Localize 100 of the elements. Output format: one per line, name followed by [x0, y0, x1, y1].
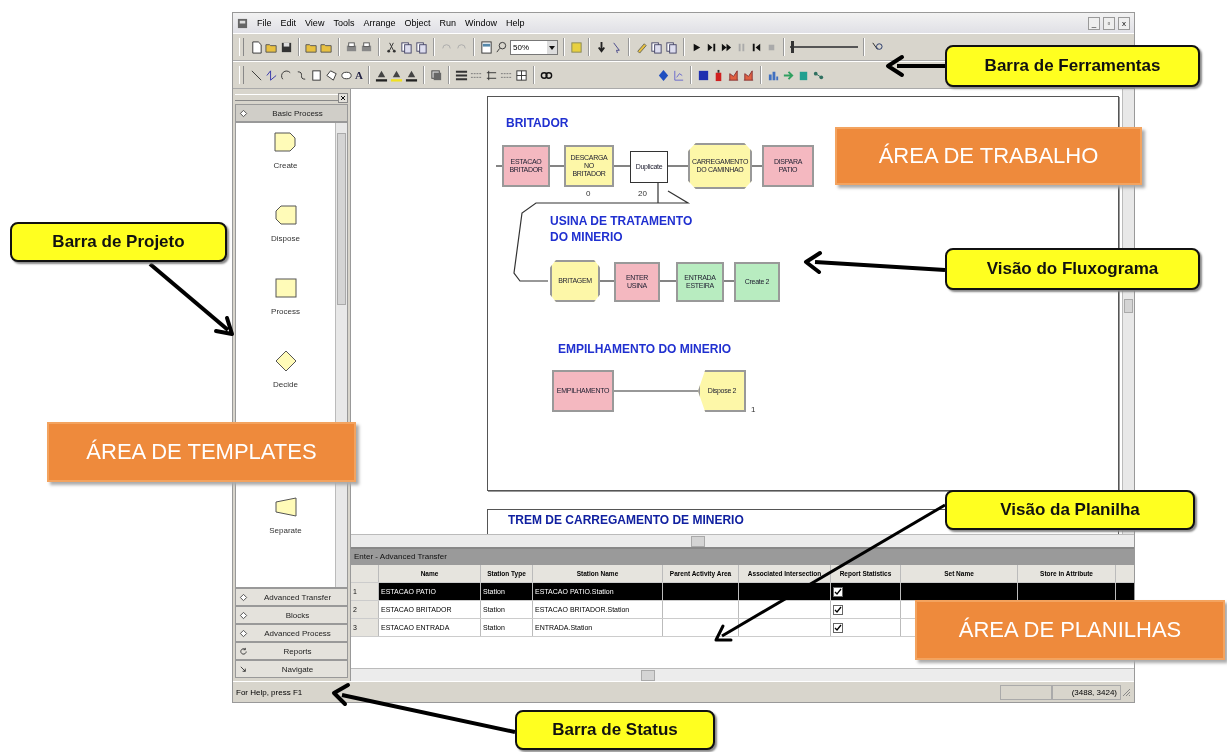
connector-line	[549, 165, 565, 167]
window-control[interactable]: ▫	[1103, 16, 1115, 30]
module-template[interactable]: Process	[271, 277, 300, 316]
panel-grip[interactable]	[235, 94, 338, 101]
new-file-icon[interactable]	[250, 40, 263, 54]
grid-icon[interactable]	[514, 68, 528, 82]
zoom-dropdown[interactable]: 50%	[510, 39, 558, 55]
shadow-icon[interactable]	[429, 68, 443, 82]
chart-icon[interactable]	[741, 68, 755, 82]
text-tool[interactable]: A	[355, 69, 363, 81]
diamond-icon[interactable]	[656, 68, 670, 82]
callout-label: Visão do Fluxograma	[945, 248, 1200, 290]
polyline-icon[interactable]	[265, 68, 278, 82]
callout-label: Barra de Projeto	[10, 222, 227, 262]
search-icon[interactable]	[495, 40, 508, 54]
menu-item[interactable]: Tools	[333, 18, 355, 28]
spreadsheet-title: Enter - Advanced Transfer	[351, 549, 1134, 565]
line-icon[interactable]	[250, 68, 263, 82]
section-title: EMPILHAMENTO DO MINERIO	[558, 341, 733, 357]
list-icon[interactable]	[650, 40, 663, 54]
arrow	[886, 55, 945, 77]
section-title: BRITADOR	[506, 115, 570, 131]
section-title: USINA DE TRATAMENTO DO MINERIO	[550, 213, 694, 245]
coordinates-readout: (3488, 3424)	[1052, 684, 1121, 700]
checkbox[interactable]	[833, 605, 843, 616]
print-preview-icon[interactable]	[360, 40, 373, 54]
connector-line	[495, 165, 503, 167]
menu-item[interactable]: Run	[439, 18, 456, 28]
menu-item[interactable]: Window	[464, 18, 497, 28]
connector-line	[751, 165, 763, 167]
window-control[interactable]: _	[1088, 16, 1100, 30]
polygon-icon[interactable]	[325, 68, 338, 82]
module-template[interactable]: Decide	[273, 350, 298, 389]
menu-item[interactable]: View	[305, 18, 325, 28]
arc-icon[interactable]	[280, 68, 293, 82]
paste-icon[interactable]	[415, 40, 428, 54]
diamond-icon	[239, 108, 248, 118]
create-shape-icon	[273, 131, 298, 153]
module-template[interactable]: Separate	[269, 496, 302, 535]
refresh-icon	[239, 646, 248, 656]
pencil-icon[interactable]	[635, 40, 648, 54]
menu-item[interactable]: Arrange	[363, 18, 396, 28]
page-icon[interactable]	[665, 40, 678, 54]
square-icon[interactable]	[696, 68, 710, 82]
counter-label: 1	[751, 405, 756, 414]
menu-item[interactable]: File	[257, 18, 272, 28]
menu-item[interactable]: Help	[506, 18, 525, 28]
panel-button[interactable]: Blocks	[235, 606, 348, 624]
panel-button[interactable]: Advanced Process	[235, 624, 348, 642]
module-template[interactable]: Create	[273, 131, 298, 170]
checkbox[interactable]	[833, 587, 843, 598]
counter-label: 0	[586, 189, 591, 198]
layout-icon[interactable]	[480, 40, 493, 54]
area-label: ÁREA DE PLANILHAS	[915, 600, 1225, 660]
arrow-style-icon[interactable]	[484, 68, 498, 82]
counter-label: 20	[638, 189, 647, 198]
status-text: For Help, press F1	[236, 687, 303, 697]
line-color-icon[interactable]	[374, 68, 388, 82]
area-label: ÁREA DE TRABALHO	[835, 127, 1142, 185]
callout-label: Barra de Status	[515, 710, 715, 750]
rectangle-icon[interactable]	[310, 68, 323, 82]
curve-icon[interactable]	[295, 68, 308, 82]
close-icon[interactable]	[338, 92, 348, 103]
copy-icon[interactable]	[400, 40, 413, 54]
scrollbar[interactable]	[351, 534, 1134, 547]
window-control[interactable]: x	[1118, 16, 1130, 30]
module-template[interactable]: Dispose	[271, 204, 300, 243]
print-icon[interactable]	[345, 40, 358, 54]
panel-button[interactable]: Reports	[235, 642, 348, 660]
connector-line	[723, 280, 735, 282]
panel-button[interactable]: Advanced Transfer	[235, 588, 348, 606]
process-shape-icon	[273, 277, 298, 299]
chart-icon[interactable]	[726, 68, 740, 82]
area-label: ÁREA DE TEMPLATES	[47, 422, 356, 482]
callout-label: Barra de Ferramentas	[945, 45, 1200, 87]
pointer-icon	[239, 664, 248, 674]
checkbox[interactable]	[833, 623, 843, 634]
down-arrow-icon[interactable]	[595, 40, 608, 54]
menu-item[interactable]: Object	[404, 18, 431, 28]
dispose-shape-icon	[273, 204, 298, 226]
panel-button[interactable]: Navigate	[235, 660, 348, 678]
cut-icon[interactable]	[385, 40, 398, 54]
section-title: TREM DE CARREGAMENTO DE MINERIO	[508, 512, 744, 528]
font-color-icon[interactable]	[404, 68, 418, 82]
resize-grip-icon[interactable]	[1121, 687, 1131, 697]
panel-header[interactable]: Basic Process	[235, 104, 348, 122]
line-width-icon[interactable]	[454, 68, 468, 82]
connector-line	[667, 165, 689, 167]
speed-slider[interactable]	[790, 40, 858, 54]
fill-color-icon[interactable]	[389, 68, 403, 82]
slider-thumb[interactable]	[791, 41, 795, 53]
save-icon[interactable]	[280, 40, 293, 54]
decide-shape-icon	[273, 350, 298, 372]
status-pane	[1000, 684, 1052, 700]
caret-icon	[547, 40, 557, 54]
separate-shape-icon	[273, 496, 298, 518]
menu-item[interactable]: Edit	[280, 18, 297, 28]
connector-line	[613, 165, 631, 167]
callout-label: Visão da Planilha	[945, 490, 1195, 530]
scrollbar[interactable]	[351, 668, 1134, 681]
